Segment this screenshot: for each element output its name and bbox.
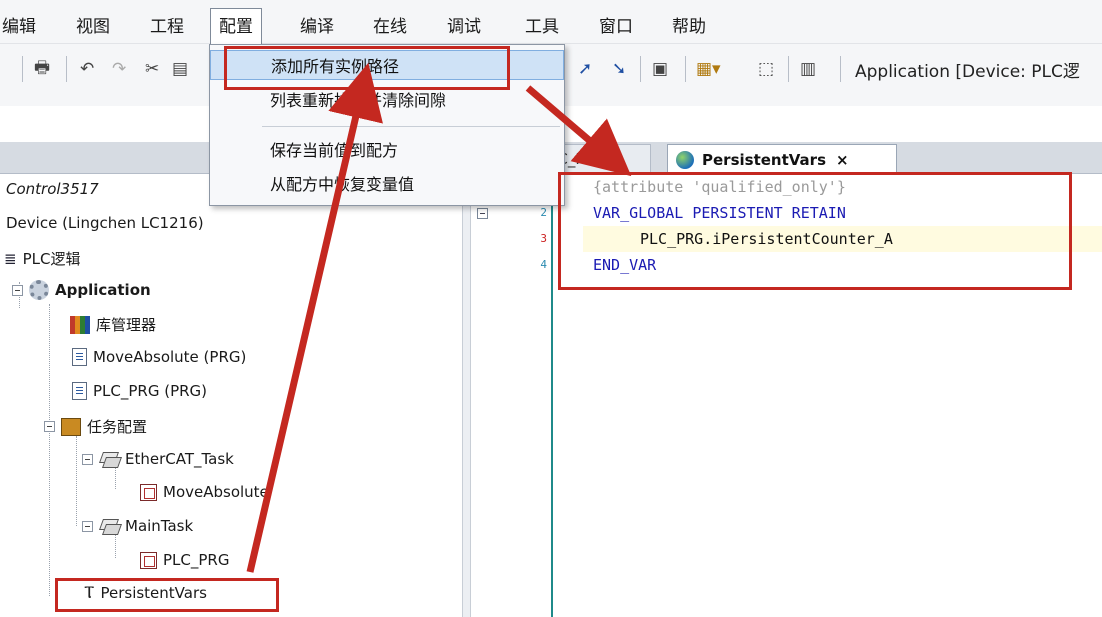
tree-node-task-call-moveabsolute[interactable]: MoveAbsolute [140,483,269,501]
calculator-icon[interactable]: ▥ [800,54,816,84]
device-tree: Control3517 Device (Lingchen LC1216) ≣ P… [0,174,462,617]
redo-icon[interactable]: ↷ [112,54,126,84]
device-label: Device (Lingchen LC1216) [6,214,204,232]
line-number: 3 [540,232,547,245]
step-in-icon[interactable]: ➚ [578,54,592,84]
menu-project[interactable]: 工程 [150,12,184,37]
toolbar-separator [685,56,686,82]
editor-tabstrip: PLC_PRG PersistentVars × [471,142,1102,174]
cut-icon[interactable]: ✂ [145,54,159,84]
fold-toggle-icon[interactable] [477,208,488,219]
menu-edit[interactable]: 编辑 [2,12,36,37]
toolbar-separator [788,56,789,82]
menu-separator [262,126,560,127]
step-out-icon[interactable]: ➘ [612,54,626,84]
task-icon [99,450,119,468]
tree-line [76,436,77,526]
plc-logic-label: PLC逻辑 [22,250,81,268]
collapse-icon[interactable] [12,284,23,296]
plc-prg-call-label: PLC_PRG [163,551,230,569]
tree-line [49,304,50,596]
tree-node-task-call-plc-prg[interactable]: PLC_PRG [140,551,229,569]
tree-node-moveabsolute-prg[interactable]: MoveAbsolute (PRG) [72,348,246,366]
active-application-label: Application [Device: PLC逻 [855,62,1080,82]
menu-tools[interactable]: 工具 [525,12,559,37]
breakpoint-icon[interactable]: ▦▾ [696,54,721,84]
program-call-icon [140,551,157,569]
globe-icon [676,150,694,169]
tab-persistentvars-label: PersistentVars [702,150,826,169]
maintask-label: MainTask [125,517,194,535]
tree-node-ethercat-task[interactable]: EtherCAT_Task [82,450,234,468]
toolbar-separator [640,56,641,82]
collapse-icon[interactable] [82,520,93,532]
tree-node-project[interactable]: Control3517 [6,180,99,198]
annotation-box-code [558,172,1072,290]
plc-prg-prg-label: PLC_PRG (PRG) [93,382,208,400]
new-object-icon[interactable]: ⬚ [758,54,774,84]
menu-debug[interactable]: 调试 [447,12,481,37]
gutter-divider [551,174,553,617]
toolbar-separator [840,56,841,82]
task-config-label: 任务配置 [87,418,148,436]
menu-config[interactable]: 配置 [210,8,262,44]
project-label: Control3517 [6,180,99,198]
collapse-icon[interactable] [44,421,55,432]
tree-node-library-manager[interactable]: 库管理器 [70,314,156,335]
menu-online[interactable]: 在线 [373,12,407,37]
menu-bar: 编辑 视图 工程 配置 编译 在线 调试 工具 窗口 帮助 [0,0,1102,44]
tree-node-application[interactable]: Application [12,280,151,300]
tree-node-plc-prg-prg[interactable]: PLC_PRG (PRG) [72,382,207,400]
toolbar-separator [66,56,67,82]
toolbar-separator [22,56,23,82]
menu-window[interactable]: 窗口 [599,12,633,37]
menu-item-save-to-recipe[interactable]: 保存当前值到配方 [210,134,564,164]
moveabsolute-prg-label: MoveAbsolute (PRG) [93,348,247,366]
line-number: 2 [540,206,547,219]
task-icon [99,517,119,535]
print-icon[interactable]: 🖶 [34,54,50,84]
ethercat-task-label: EtherCAT_Task [125,450,234,468]
program-call-icon [140,483,157,501]
menu-item-restore-from-recipe[interactable]: 从配方中恢复变量值 [210,168,564,198]
tree-node-maintask[interactable]: MainTask [82,517,193,535]
menu-item-label: 列表重新排序并清除间隙 [270,91,447,110]
line-number: 4 [540,258,547,271]
tab-persistentvars[interactable]: PersistentVars × [667,144,897,174]
tree-node-task-config[interactable]: 任务配置 [44,416,147,437]
tree-node-device[interactable]: Device (Lingchen LC1216) [6,214,204,232]
library-icon [70,315,90,334]
undo-icon[interactable]: ↶ [80,54,94,84]
moveabsolute-call-label: MoveAbsolute [163,483,269,501]
application-label: Application [55,281,151,299]
watch-icon[interactable]: ▣ [652,54,668,84]
menu-view[interactable]: 视图 [76,12,110,37]
tree-node-plc-logic[interactable]: ≣ PLC逻辑 [4,248,80,269]
program-document-icon [72,382,87,400]
program-document-icon [72,348,87,366]
plc-logic-icon: ≣ [4,249,17,268]
collapse-icon[interactable] [82,453,93,465]
pane-splitter[interactable] [462,174,471,617]
annotation-box-persistentvars [55,578,279,612]
close-icon[interactable]: × [836,151,849,169]
menu-item-label: 保存当前值到配方 [270,141,399,160]
menu-build[interactable]: 编译 [300,12,334,37]
library-manager-label: 库管理器 [96,316,157,334]
task-configuration-icon [61,417,81,436]
menu-item-label: 从配方中恢复变量值 [270,175,415,194]
application-gear-icon [29,280,49,300]
annotation-box-menu-item [224,46,510,90]
copy-icon[interactable]: ▤ [172,54,188,84]
menu-help[interactable]: 帮助 [672,12,706,37]
